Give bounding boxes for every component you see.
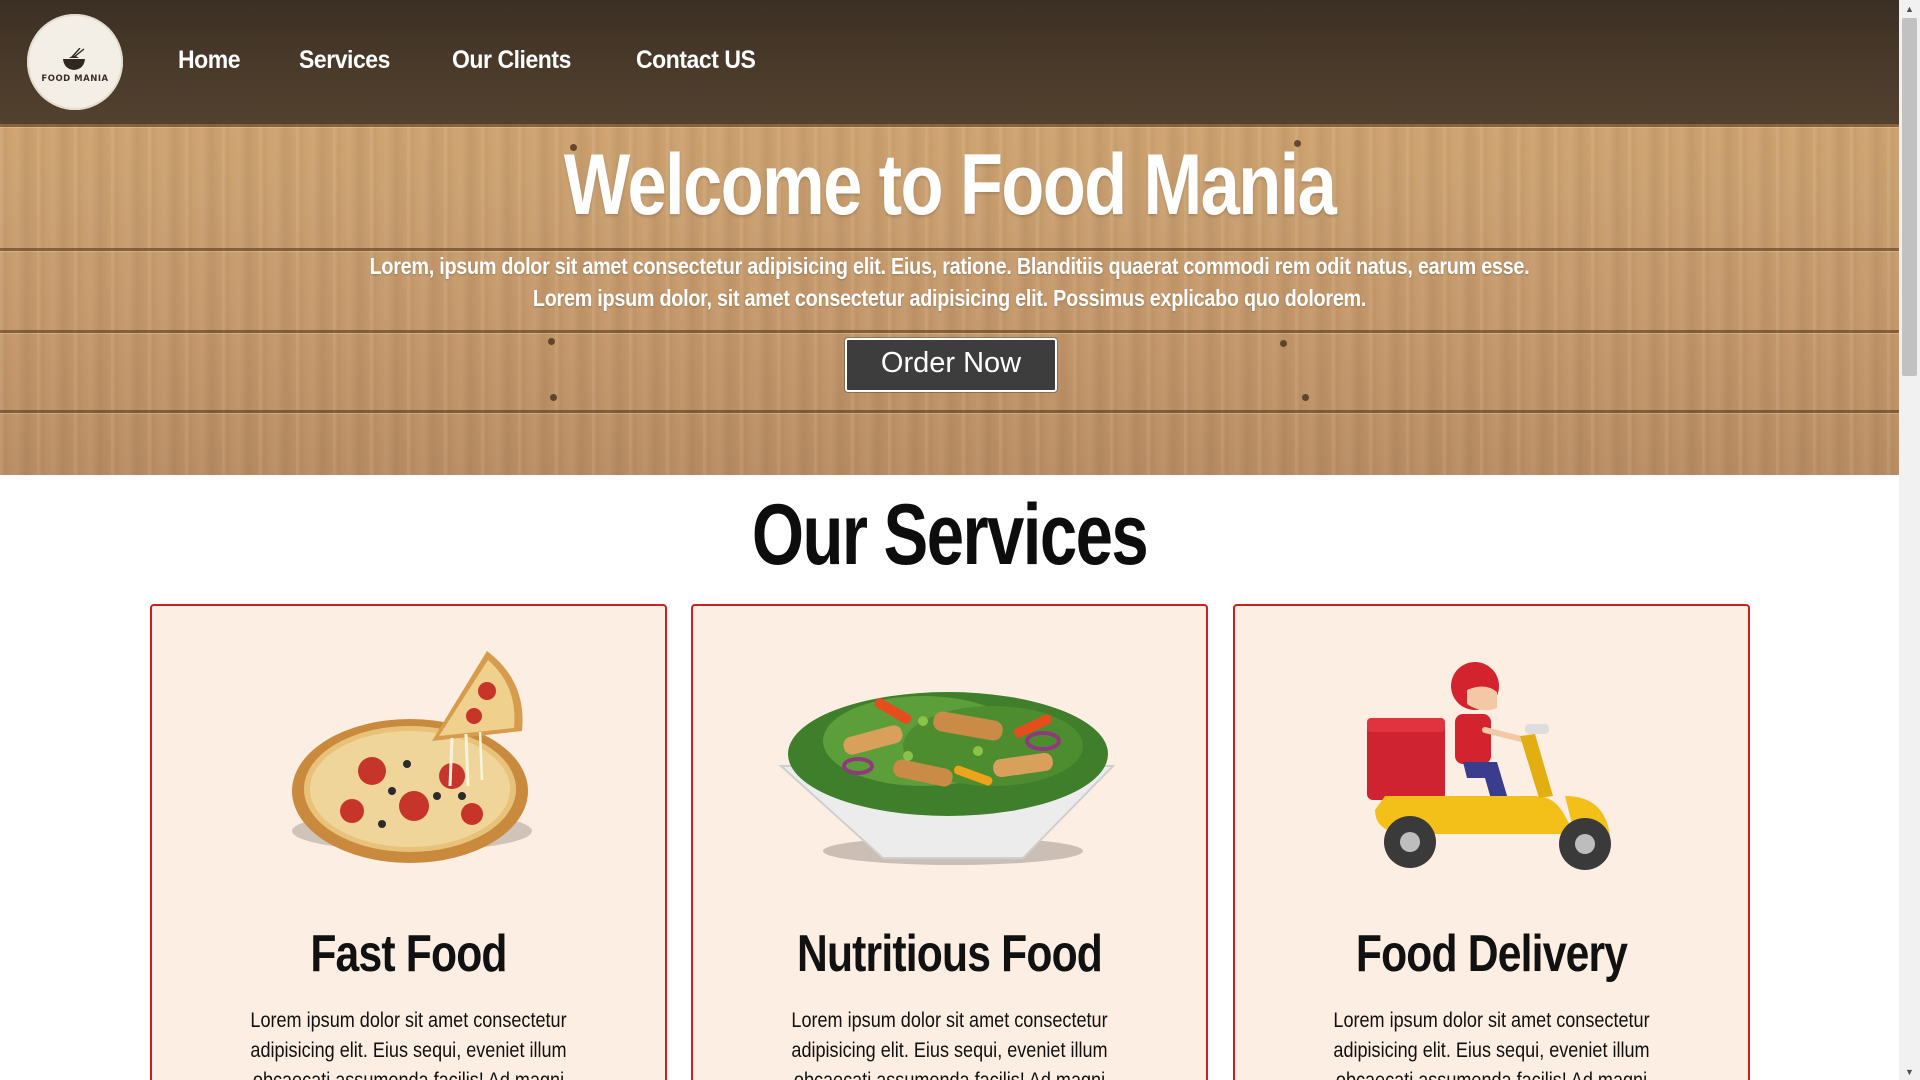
nav-services[interactable]: Services [299,46,390,80]
card-title: Food Delivery [1355,925,1628,983]
page: FOOD MANIA Home Services Our Clients Con… [0,0,1899,1080]
bowl-chopsticks-icon [63,48,85,70]
nav-contact-us[interactable]: Contact US [636,46,756,80]
page-scrollbar[interactable]: ▲ ▼ [1899,0,1920,1080]
scroll-up-arrow-icon[interactable]: ▲ [1899,0,1920,17]
service-card-fast-food[interactable]: Fast Food Lorem ipsum dolor sit amet con… [150,604,667,1080]
plank-seam [0,410,1899,413]
wood-knot [1302,394,1309,401]
salad-bowl-image [778,692,1116,865]
order-now-button[interactable]: Order Now [845,338,1057,392]
services-heading: Our Services [751,487,1149,583]
service-card-nutritious-food[interactable]: Nutritious Food Lorem ipsum dolor sit am… [691,604,1208,1080]
nav-links: Home Services Our Clients Contact US [178,46,765,80]
wood-knot [1280,340,1287,347]
card-title: Nutritious Food [796,925,1103,983]
plank-seam [0,330,1899,333]
logo-text: FOOD MANIA [41,74,109,84]
scroll-down-arrow-icon[interactable]: ▼ [1899,1063,1920,1080]
hero-text-line-1: Lorem, ipsum dolor sit amet consectetur … [369,253,1530,279]
top-navbar: FOOD MANIA Home Services Our Clients Con… [0,0,1899,124]
hero-text-line-2: Lorem ipsum dolor, sit amet consectetur … [532,285,1367,311]
card-text: Lorem ipsum dolor sit amet consectetur a… [250,1009,567,1080]
plank-seam [0,124,1899,127]
service-card-food-delivery[interactable]: Food Delivery Lorem ipsum dolor sit amet… [1233,604,1750,1080]
card-text: Lorem ipsum dolor sit amet consectetur a… [791,1009,1108,1080]
card-text: Lorem ipsum dolor sit amet consectetur a… [1333,1009,1650,1080]
card-title: Fast Food [310,925,507,983]
wood-knot [550,394,557,401]
plank-seam [0,248,1899,251]
nav-our-clients[interactable]: Our Clients [452,46,571,80]
nav-home[interactable]: Home [178,46,241,80]
wood-knot [548,338,555,345]
hero-section: FOOD MANIA Home Services Our Clients Con… [0,0,1899,475]
food-mania-logo[interactable]: FOOD MANIA [27,14,123,110]
scrollbar-thumb[interactable] [1902,18,1917,376]
hero-title: Welcome to Food Mania [563,137,1337,233]
delivery-scooter-image [1367,662,1611,870]
pizza-image [292,651,532,863]
